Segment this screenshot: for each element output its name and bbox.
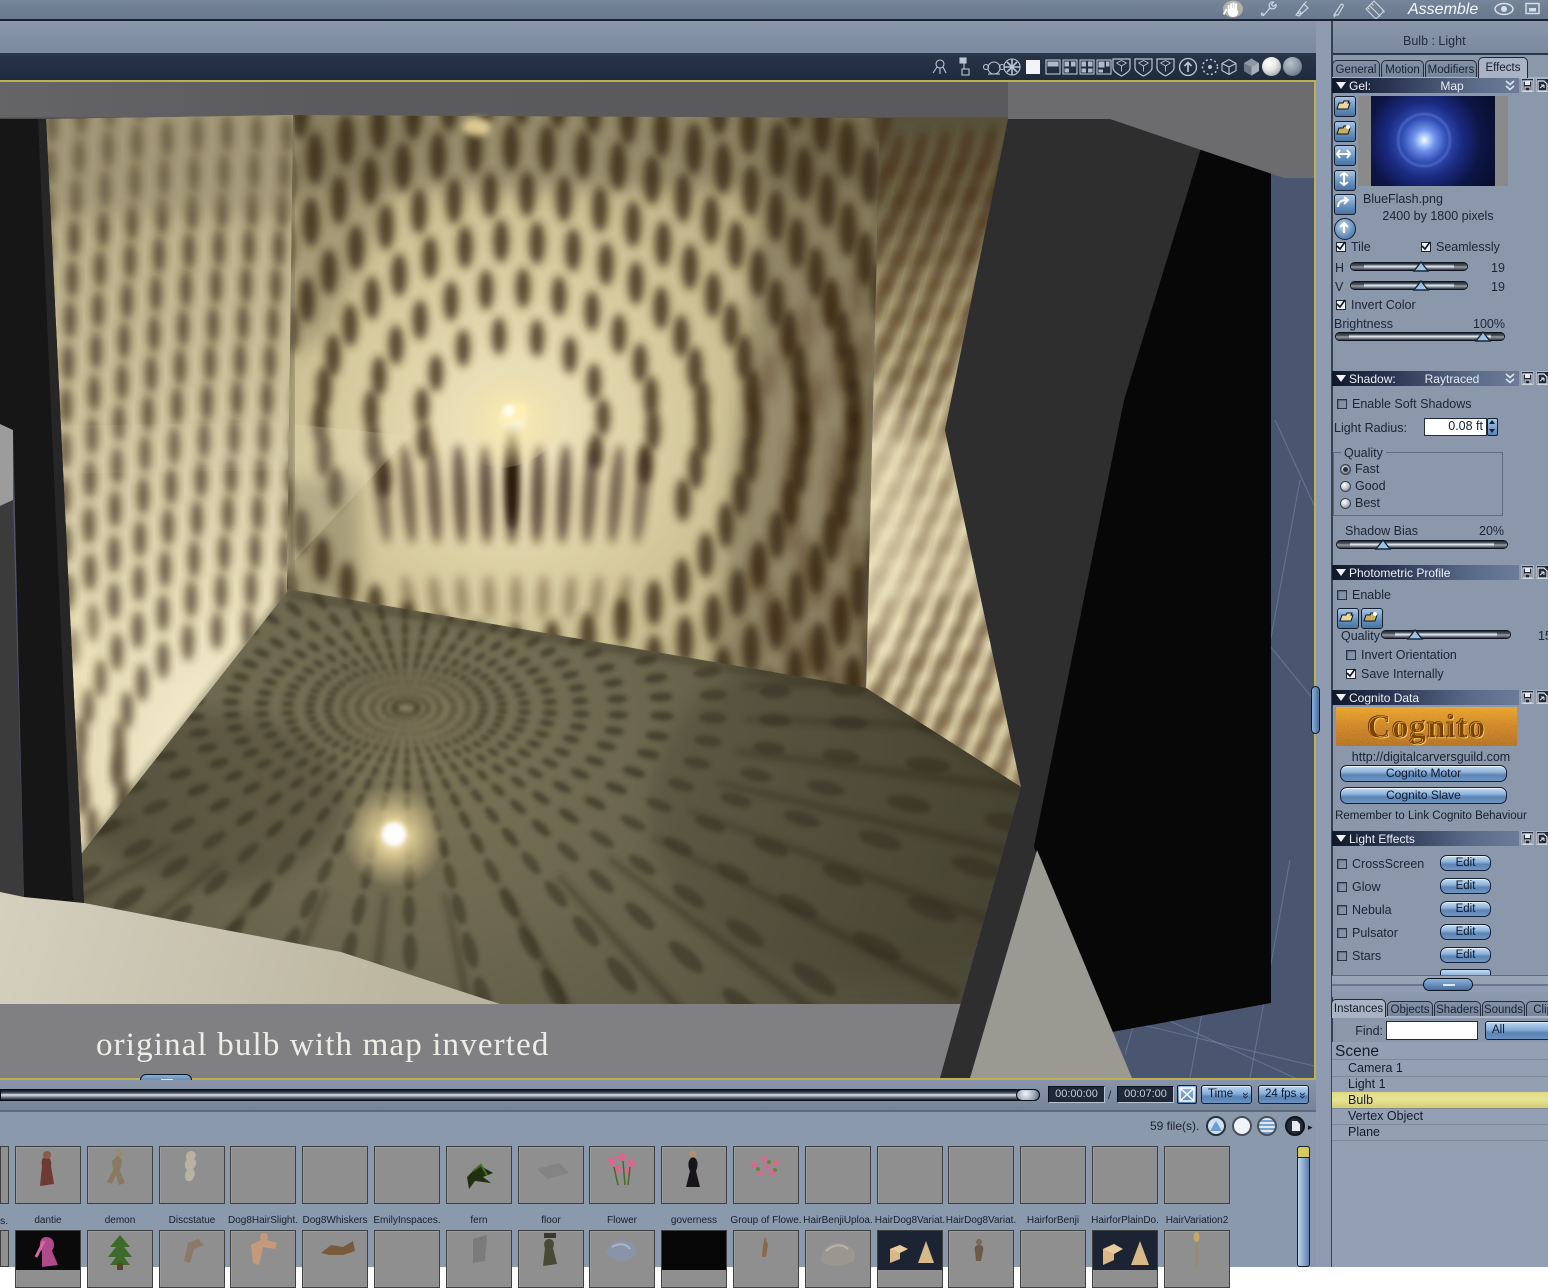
svg-text:original bulb with map inverte: original bulb with map inverted: [96, 1027, 550, 1063]
svg-text:Cognito: Cognito: [1367, 709, 1486, 745]
